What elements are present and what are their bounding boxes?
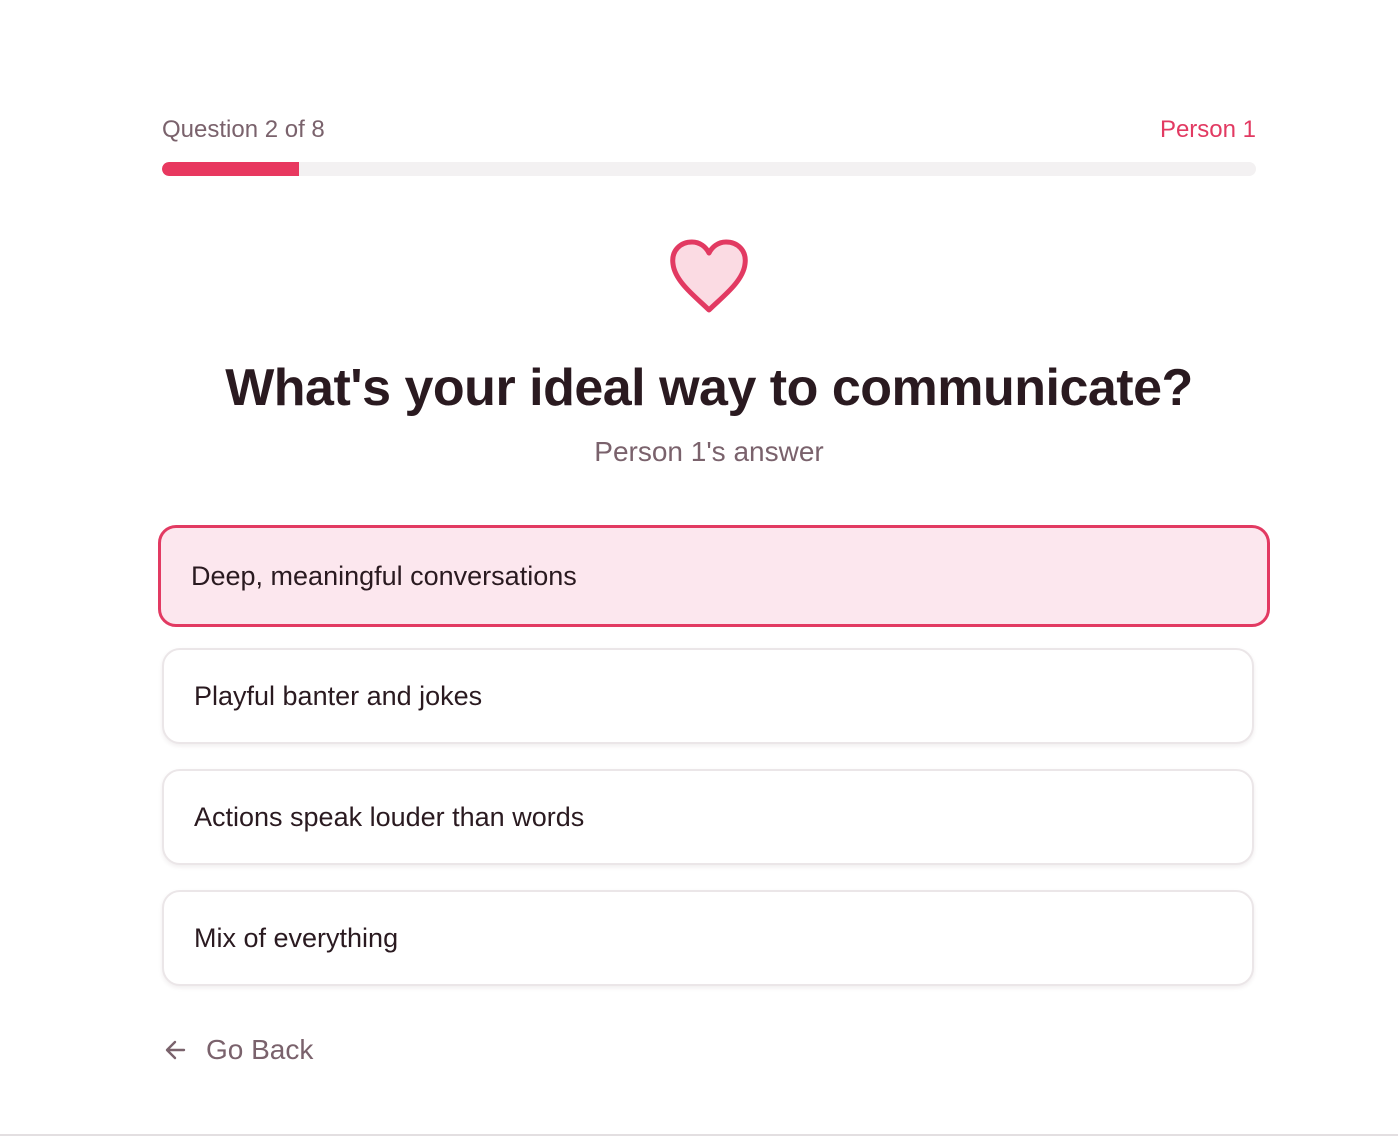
- answer-option-actions[interactable]: Actions speak louder than words: [162, 769, 1254, 865]
- answer-option-mix[interactable]: Mix of everything: [162, 890, 1254, 986]
- answer-option-label: Mix of everything: [194, 922, 399, 953]
- question-counter: Question 2 of 8: [162, 116, 325, 143]
- go-back-label: Go Back: [206, 1034, 314, 1065]
- arrow-left-icon: [162, 1036, 190, 1064]
- answer-option-label: Deep, meaningful conversations: [191, 560, 577, 591]
- progress-bar: [162, 162, 1256, 176]
- heart-icon: [667, 238, 751, 316]
- progress-fill: [162, 162, 299, 176]
- answer-option-deep-conversations[interactable]: Deep, meaningful conversations: [158, 525, 1270, 627]
- quiz-page: Question 2 of 8 Person 1 What's your ide…: [0, 0, 1398, 1136]
- go-back-button[interactable]: Go Back: [162, 1032, 313, 1068]
- answer-option-label: Playful banter and jokes: [194, 680, 483, 711]
- question-title: What's your ideal way to communicate?: [225, 359, 1193, 417]
- progress-header: Question 2 of 8 Person 1: [162, 116, 1256, 146]
- person-label: Person 1: [1159, 116, 1256, 143]
- answer-option-label: Actions speak louder than words: [194, 801, 585, 832]
- answer-option-playful-banter[interactable]: Playful banter and jokes: [162, 648, 1254, 744]
- question-subtitle: Person 1's answer: [594, 436, 824, 467]
